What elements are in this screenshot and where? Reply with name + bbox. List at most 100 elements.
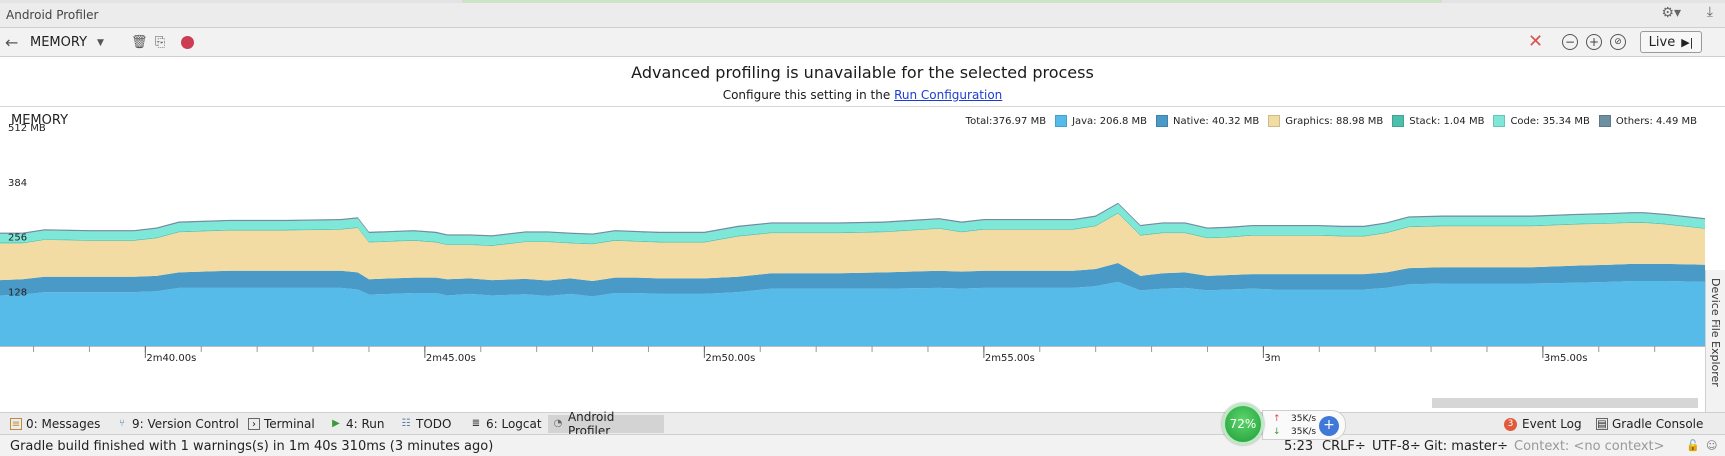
- legend-swatch-native: [1156, 115, 1169, 127]
- editor-tab-strip: [0, 0, 1725, 3]
- add-icon[interactable]: +: [1319, 416, 1339, 436]
- tab-todo-label: TODO: [416, 417, 452, 431]
- banner-subtext: Configure this setting in the Run Config…: [0, 88, 1725, 102]
- tab-messages-label: 0: Messages: [26, 417, 101, 431]
- x-tick-label: 2m50.00s: [705, 353, 755, 364]
- logcat-icon: ≣: [471, 418, 481, 429]
- y-tick-label: 128: [8, 287, 27, 298]
- legend-swatch-code: [1493, 115, 1506, 127]
- y-tick-label: 256: [8, 233, 27, 244]
- device-file-explorer-tab[interactable]: Device File Explorer: [1705, 270, 1725, 412]
- tab-run-label: 4: Run: [346, 417, 385, 431]
- x-tick-label: 3m: [1264, 353, 1280, 364]
- banner-heading: Advanced profiling is unavailable for th…: [631, 63, 1094, 82]
- messages-icon: ≡: [10, 418, 22, 430]
- tab-version-control[interactable]: ⑂ 9: Version Control: [112, 415, 243, 433]
- upload-speed: 35K/s: [1291, 414, 1317, 424]
- tab-messages[interactable]: ≡ 0: Messages: [6, 415, 104, 433]
- tab-event-log[interactable]: 3 Event Log: [1500, 415, 1586, 433]
- stop-profiling-icon[interactable]: ✕: [1528, 31, 1543, 52]
- device-file-explorer-label: Device File Explorer: [1709, 278, 1722, 387]
- tab-run[interactable]: ▶ 4: Run: [326, 415, 389, 433]
- tab-terminal-label: Terminal: [264, 417, 315, 431]
- zoom-out-icon[interactable]: −: [1562, 34, 1578, 50]
- tab-todo[interactable]: ☷ TODO: [396, 415, 455, 433]
- trash-icon[interactable]: 🗑: [131, 32, 148, 52]
- profiler-icon: ◔: [553, 418, 563, 429]
- title-bar: Android Profiler ⚙▾ ⤓: [0, 0, 1725, 28]
- hide-panel-icon[interactable]: ⤓: [1707, 4, 1713, 20]
- tool-window-bar: ≡ 0: Messages ⑂ 9: Version Control › Termin…: [0, 410, 1725, 438]
- live-label: Live: [1648, 34, 1676, 50]
- live-button[interactable]: Live ▶|: [1640, 31, 1702, 53]
- gear-icon[interactable]: ⚙▾: [1661, 5, 1681, 21]
- unavailable-banner: Advanced profiling is unavailable for th…: [0, 57, 1725, 107]
- legend-label-stack: Stack: 1.04 MB: [1409, 115, 1485, 127]
- tab-version-control-label: 9: Version Control: [132, 417, 239, 431]
- gradle-console-icon: ▤: [1596, 418, 1608, 430]
- zoom-in-icon[interactable]: +: [1586, 34, 1602, 50]
- tab-gradle-console-label: Gradle Console: [1612, 417, 1704, 431]
- y-tick-label: 384: [8, 178, 27, 189]
- download-speed: 35K/s: [1291, 427, 1317, 437]
- todo-icon: ☷: [401, 418, 411, 429]
- run-configuration-link[interactable]: Run Configuration: [894, 88, 1002, 102]
- timeline-scrollbar[interactable]: [1432, 398, 1698, 408]
- legend-label-others: Others: 4.49 MB: [1615, 115, 1697, 127]
- chart-title: MEMORY: [11, 113, 69, 128]
- back-arrow-icon[interactable]: ←: [5, 32, 18, 52]
- legend-label-code: Code: 35.34 MB: [1510, 115, 1590, 127]
- lock-icon[interactable]: 🔓: [1686, 439, 1700, 452]
- vcs-icon: ⑂: [119, 418, 125, 429]
- tab-event-log-label: Event Log: [1522, 417, 1582, 431]
- run-icon: ▶: [332, 418, 340, 429]
- tab-gradle-console[interactable]: ▤ Gradle Console: [1592, 415, 1707, 433]
- banner-sub-prefix: Configure this setting in the: [722, 88, 891, 102]
- legend-label-native: Native: 40.32 MB: [1173, 115, 1260, 127]
- chart-legend: Total:376.97 MB Java: 206.8 MB Native: 40…: [966, 115, 1697, 127]
- terminal-icon: ›: [248, 418, 260, 430]
- record-button[interactable]: [181, 36, 194, 49]
- x-tick-label: 3m5.00s: [1544, 353, 1588, 364]
- legend-total: Total:376.97 MB: [965, 115, 1047, 127]
- tab-logcat-label: 6: Logcat: [486, 417, 542, 431]
- profiler-toolbar: ← MEMORY ▼ 🗑 ⎘ ✕ − + ⊘ Live ▶|: [0, 28, 1725, 57]
- play-to-end-icon: ▶|: [1681, 35, 1694, 49]
- network-speed-widget: ↑ 35K/s ↓ 35K/s +: [1262, 410, 1346, 440]
- memory-gauge[interactable]: 72%: [1222, 403, 1264, 445]
- upload-arrow-icon: ↑: [1273, 414, 1281, 424]
- status-message[interactable]: Gradle build finished with 1 warnings(s)…: [10, 439, 493, 454]
- memory-area-chart: 512 MB3842561282m40.00s 2m45.00s 2m50.00s 2…: [0, 123, 1705, 364]
- download-arrow-icon: ↓: [1273, 427, 1281, 437]
- tab-logcat[interactable]: ≣ 6: Logcat: [466, 415, 546, 433]
- inspector-icon[interactable]: ☺: [1706, 439, 1717, 452]
- legend-label-java: Java: 206.8 MB: [1072, 115, 1148, 127]
- window-title: Android Profiler: [6, 8, 99, 22]
- x-tick-label: 2m55.00s: [985, 353, 1035, 364]
- monitor-select-value: MEMORY: [30, 35, 88, 50]
- status-bar: Gradle build finished with 1 warnings(s)…: [0, 434, 1725, 456]
- android-profiler-window: Android Profiler ⚙▾ ⤓ ← MEMORY ▼ 🗑 ⎘ ✕ −…: [0, 0, 1725, 456]
- legend-swatch-others: [1598, 115, 1611, 127]
- context-indicator[interactable]: Context: <no context>: [1514, 439, 1665, 454]
- legend-swatch-stack: [1392, 115, 1405, 127]
- memory-chart: 512 MB 384 256 128 2m40.00s 2m45.00s 2m50.00s 2…: [0, 107, 1725, 412]
- tab-android-profiler[interactable]: ◔ Android Profiler: [548, 410, 664, 438]
- legend-label-graphics: Graphics: 88.98 MB: [1285, 115, 1384, 127]
- git-branch[interactable]: Git: master÷: [1424, 439, 1508, 454]
- event-log-badge: 3: [1504, 417, 1517, 431]
- legend-swatch-java: [1055, 115, 1068, 127]
- reset-zoom-icon[interactable]: ⊘: [1610, 34, 1626, 50]
- series-area-java: [0, 280, 1705, 346]
- x-tick-label: 2m40.00s: [146, 353, 196, 364]
- chevron-down-icon: ▼: [97, 37, 104, 48]
- tab-terminal[interactable]: › Terminal: [244, 415, 319, 433]
- gauge-percent: 72%: [1229, 417, 1257, 431]
- monitor-select[interactable]: MEMORY ▼: [30, 32, 120, 53]
- legend-swatch-graphics: [1268, 115, 1281, 127]
- line-separator[interactable]: CRLF÷: [1322, 439, 1366, 454]
- heap-dump-icon[interactable]: ⎘: [155, 32, 165, 52]
- caret-position[interactable]: 5:23: [1284, 439, 1313, 454]
- x-tick-label: 2m45.00s: [426, 353, 476, 364]
- file-encoding[interactable]: UTF-8÷: [1372, 439, 1421, 454]
